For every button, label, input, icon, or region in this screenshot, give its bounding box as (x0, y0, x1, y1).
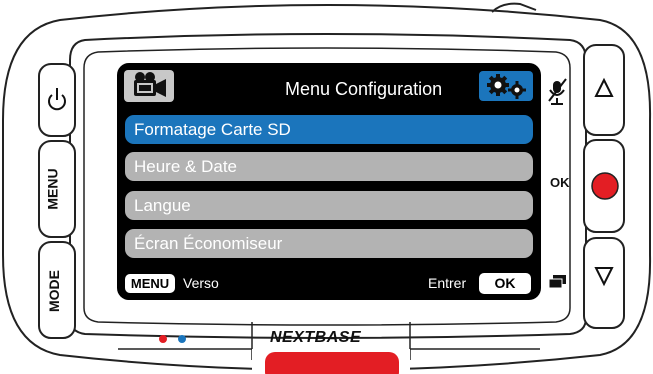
enter-label: Entrer (428, 275, 467, 291)
mode-button-label: MODE (46, 270, 62, 312)
ok-key-badge: OK (479, 273, 531, 294)
menu-item-screen-saver[interactable]: Écran Économiseur (125, 229, 533, 258)
menu-key-badge: MENU (125, 274, 175, 293)
led-red (159, 335, 167, 343)
menu-button-label: MENU (44, 168, 61, 210)
menu-screen: Menu Configuration Formatage Carte SD He… (117, 63, 541, 300)
led-blue (178, 335, 186, 343)
menu-item-format-sd[interactable]: Formatage Carte SD (125, 115, 533, 144)
brand-logo: NEXTBASE (270, 329, 362, 346)
ok-label: OK (550, 175, 570, 190)
menu-item-time-date[interactable]: Heure & Date (125, 152, 533, 181)
up-button[interactable] (583, 44, 625, 136)
menu-item-language[interactable]: Langue (125, 191, 533, 220)
menu-title: Menu Configuration (285, 79, 443, 99)
protect-button[interactable] (265, 352, 399, 374)
video-camera-icon (124, 70, 174, 102)
record-icon[interactable] (591, 172, 619, 200)
settings-gears-icon[interactable] (479, 71, 533, 101)
back-label: Verso (183, 275, 219, 291)
